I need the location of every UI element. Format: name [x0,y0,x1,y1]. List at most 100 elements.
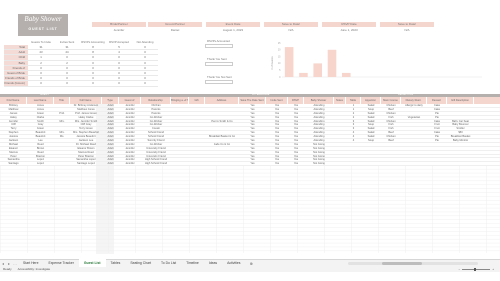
event-info-value[interactable]: N/A [380,28,434,33]
table-cell[interactable]: Adult [102,158,119,161]
column-header[interactable]: Type [102,97,119,104]
event-info-value[interactable]: Daniel [148,28,202,33]
table-cell[interactable]: Jones [27,104,54,107]
table-cell[interactable]: Ms. [54,135,70,138]
table-cell[interactable]: Fish [381,116,401,119]
column-header[interactable]: Appetizer [361,97,381,104]
scrollbar-thumb[interactable] [382,262,422,265]
table-cell[interactable] [447,151,474,154]
event-info-value[interactable]: June 1, 2023 [322,28,376,33]
table-cell[interactable]: Green [27,127,54,130]
table-cell[interactable]: Yes [239,135,266,138]
table-cell[interactable]: 2 [346,112,361,115]
table-cell[interactable] [447,155,474,158]
table-cell[interactable]: 1 [346,104,361,107]
table-cell[interactable]: Smith [27,120,54,123]
table-cell[interactable] [189,158,205,161]
table-cell[interactable]: Jennifer [119,143,141,146]
table-cell[interactable]: Soup [361,139,381,142]
table-cell[interactable]: Yes [239,151,266,154]
table-cell[interactable] [205,116,239,119]
column-header[interactable]: Save The Date Sent [239,97,266,104]
table-cell[interactable]: Attending [304,131,334,134]
table-cell[interactable]: Salad [361,112,381,115]
table-cell[interactable]: Yes [266,123,288,126]
table-cell[interactable]: Eleanor [0,147,27,150]
table-cell[interactable]: Michael [0,143,27,146]
table-cell[interactable] [54,116,70,119]
table-cell[interactable]: Co-Worker [141,123,171,126]
table-cell[interactable] [334,127,346,130]
column-header[interactable]: Invite Sent [266,97,288,104]
table-cell[interactable]: Braxton [27,155,54,158]
table-cell[interactable] [334,120,346,123]
table-cell[interactable] [361,143,381,146]
horizontal-scrollbar[interactable] [348,262,478,265]
table-cell[interactable] [381,155,401,158]
table-cell[interactable]: Gray [27,123,54,126]
summary-cell[interactable]: 0 [80,81,106,85]
table-cell[interactable]: Yes [288,143,304,146]
table-cell[interactable] [171,143,189,146]
table-cell[interactable]: Baby Monitor [447,139,474,142]
table-cell[interactable] [334,155,346,158]
table-cell[interactable]: Salad [361,116,381,119]
table-cell[interactable] [205,131,239,134]
table-cell[interactable]: Pie [427,139,447,142]
column-header[interactable]: Main Course [381,97,401,104]
table-cell[interactable]: Adult [102,112,119,115]
table-cell[interactable]: Jennifer [119,147,141,150]
table-cell[interactable] [189,127,205,130]
table-cell[interactable] [189,139,205,142]
table-cell[interactable]: Yes [288,147,304,150]
table-cell[interactable]: Cliff [0,123,27,126]
table-cell[interactable] [54,147,70,150]
table-cell[interactable]: Adult [102,143,119,146]
summary-cell[interactable]: 2 [54,61,80,65]
table-cell[interactable]: 4 [346,135,361,138]
table-cell[interactable] [401,112,427,115]
table-cell[interactable]: Cousin [141,127,171,130]
event-info-value[interactable]: N/A [264,28,318,33]
table-cell[interactable] [189,116,205,119]
table-cell[interactable] [189,147,205,150]
table-cell[interactable]: Yes [288,127,304,130]
table-cell[interactable]: Samantha Lopez [70,158,102,161]
table-cell[interactable]: Fish [381,123,401,126]
table-cell[interactable] [447,112,474,115]
table-cell[interactable]: Attending [304,127,334,130]
table-cell[interactable]: Soup [361,123,381,126]
summary-cell[interactable]: 0 [132,66,158,70]
table-cell[interactable]: Yes [288,116,304,119]
summary-cell[interactable]: 24 [54,50,80,54]
mini-box-value[interactable] [205,62,233,66]
column-header[interactable]: Dessert [427,97,447,104]
table-cell[interactable]: Terry Green [70,127,102,130]
table-cell[interactable] [54,155,70,158]
table-cell[interactable] [189,104,205,107]
table-cell[interactable]: Fish [381,127,401,130]
table-cell[interactable]: Chicken [381,120,401,123]
event-info-value[interactable]: Jennifer [92,28,146,33]
table-cell[interactable]: Prof. [54,112,70,115]
table-cell[interactable] [171,147,189,150]
table-cell[interactable]: 2 [346,116,361,119]
table-cell[interactable] [171,120,189,123]
table-cell[interactable] [447,158,474,161]
table-cell[interactable] [205,108,239,111]
table-cell[interactable]: Jennifer [119,116,141,119]
table-cell[interactable]: Cliff Gray [70,123,102,126]
summary-cell[interactable]: 0 [28,76,54,80]
summary-cell[interactable]: 0 [106,71,132,75]
table-cell[interactable]: Attending [304,135,334,138]
table-cell[interactable]: Salad [361,131,381,134]
table-cell[interactable]: Yes [266,112,288,115]
table-cell[interactable] [171,127,189,130]
table-cell[interactable] [334,143,346,146]
table-cell[interactable]: Yes [239,155,266,158]
table-cell[interactable] [171,139,189,142]
zoom-slider-knob[interactable] [474,268,477,271]
table-cell[interactable]: Adult [102,127,119,130]
table-cell[interactable]: School Friend [141,135,171,138]
table-cell[interactable]: Adult [102,120,119,123]
